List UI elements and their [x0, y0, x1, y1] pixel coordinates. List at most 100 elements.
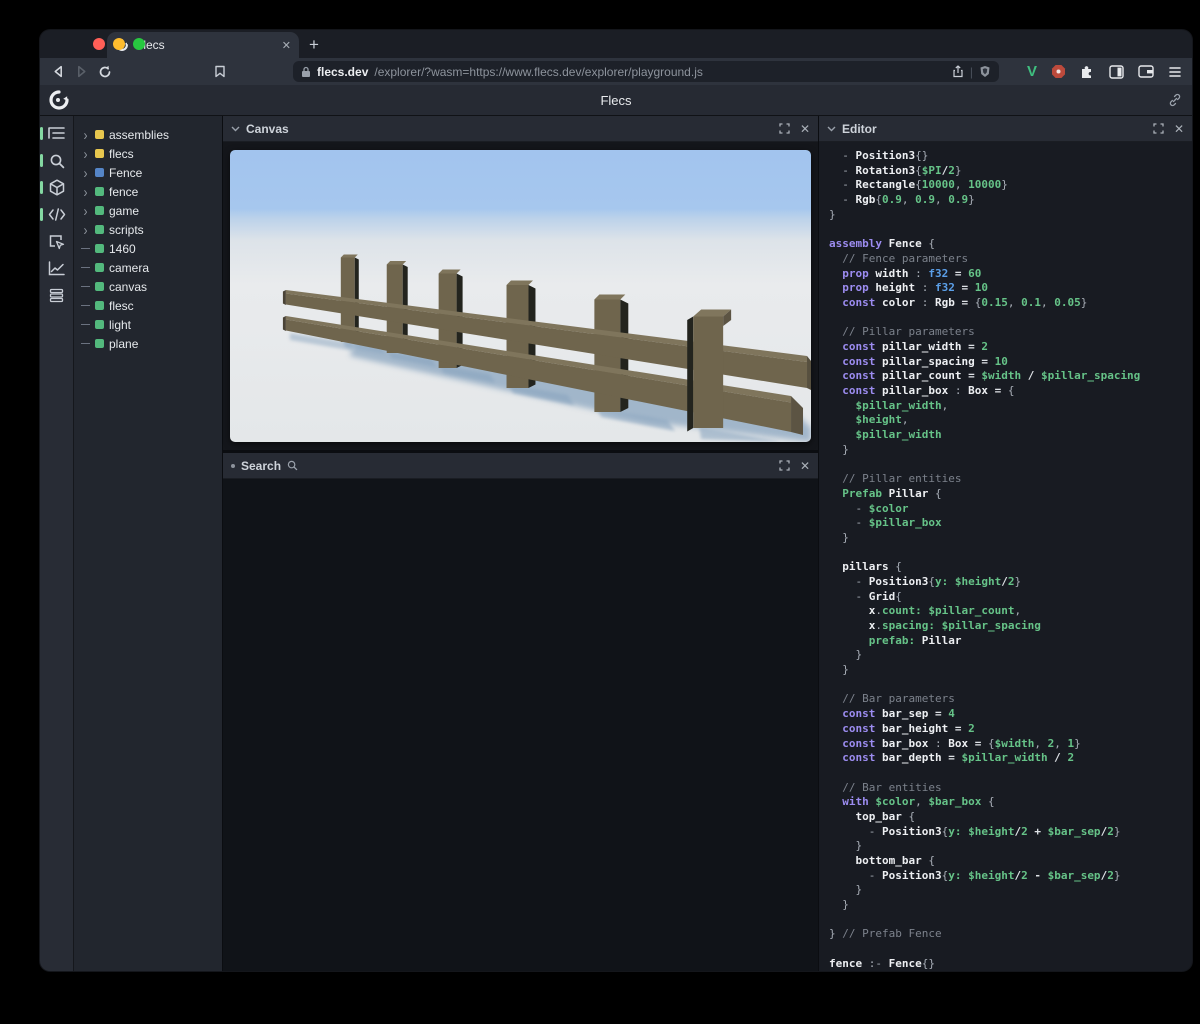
entity-kind-square — [95, 320, 104, 329]
search-glyph-icon — [287, 460, 298, 471]
lock-icon — [301, 66, 311, 78]
extension-v-icon[interactable]: V — [1027, 63, 1037, 80]
tab-title: Flecs — [136, 38, 275, 52]
tree-item-camera[interactable]: camera — [74, 258, 222, 277]
active-indicator — [40, 154, 43, 167]
wallet-icon[interactable] — [1138, 65, 1154, 78]
tree-item-1460[interactable]: 1460 — [74, 239, 222, 258]
close-window-button[interactable] — [93, 38, 105, 50]
tree-item-fence[interactable]: › fence — [74, 182, 222, 201]
inspect-icon[interactable] — [46, 233, 68, 250]
tree-item-label: canvas — [109, 280, 147, 294]
tree-item-flecs[interactable]: ›flecs — [74, 144, 222, 163]
tab-close-icon[interactable]: ✕ — [282, 39, 291, 52]
tree-item-canvas[interactable]: canvas — [74, 277, 222, 296]
fullscreen-icon[interactable] — [1153, 123, 1164, 134]
bookmark-icon[interactable] — [212, 61, 229, 83]
editor-panel-header: Editor ✕ — [819, 116, 1192, 142]
tree-item-game[interactable]: › game — [74, 201, 222, 220]
tree-item-label: assemblies — [109, 128, 169, 142]
close-panel-icon[interactable]: ✕ — [800, 459, 810, 473]
back-button[interactable] — [50, 61, 67, 83]
address-bar[interactable]: flecs.dev/explorer/?wasm=https://www.fle… — [293, 61, 999, 82]
leaf-dash-icon — [81, 286, 90, 287]
tree-item-Fence[interactable]: ›Fence — [74, 163, 222, 182]
fullscreen-icon[interactable] — [779, 123, 790, 134]
stats-chart-icon[interactable] — [46, 260, 68, 277]
tree-item-flesc[interactable]: flesc — [74, 296, 222, 315]
tree-item-label: 1460 — [109, 242, 136, 256]
editor-panel: Editor ✕ - Position3{} - Rotation3{$PI/2… — [818, 116, 1192, 971]
page-title: Flecs — [40, 93, 1192, 108]
browser-toolbar: flecs.dev/explorer/?wasm=https://www.fle… — [40, 58, 1192, 85]
page-content: ›assemblies›flecs›Fence›fence›game›scrip… — [40, 116, 1192, 971]
search-icon[interactable] — [46, 152, 68, 169]
tree-item-label: scripts — [109, 223, 144, 237]
menu-icon[interactable] — [1168, 66, 1182, 78]
forward-button[interactable] — [73, 61, 90, 83]
search-panel-body[interactable] — [223, 479, 818, 971]
cube-3d-icon[interactable] — [46, 179, 68, 196]
brave-shield-icon[interactable] — [979, 65, 991, 78]
expand-chevron-icon[interactable]: › — [81, 221, 90, 238]
extension-adblock-icon[interactable] — [1051, 64, 1066, 79]
url-host: flecs.dev — [317, 65, 368, 79]
traffic-lights — [93, 38, 145, 50]
entity-kind-square — [95, 149, 104, 158]
link-icon[interactable] — [1168, 93, 1182, 107]
tab-strip: Flecs ✕ + — [40, 30, 1192, 58]
code-icon[interactable] — [46, 206, 68, 223]
screenshot-stage: Flecs ✕ + flecs.dev/explorer/?wasm=https… — [0, 0, 1200, 1024]
new-tab-button[interactable]: + — [309, 35, 319, 55]
extension-icons: V — [1027, 63, 1182, 80]
entity-kind-square — [95, 130, 104, 139]
tree-item-label: plane — [109, 337, 138, 351]
expand-chevron-icon[interactable]: › — [81, 145, 90, 162]
tree-item-scripts[interactable]: › scripts — [74, 220, 222, 239]
expand-chevron-icon[interactable]: › — [81, 202, 90, 219]
tree-item-label: game — [109, 204, 139, 218]
minimize-window-button[interactable] — [113, 38, 125, 50]
entity-kind-square — [95, 263, 104, 272]
active-indicator — [40, 208, 43, 221]
canvas-panel-body — [223, 142, 818, 450]
icon-rail — [40, 116, 73, 971]
entity-kind-square — [95, 244, 104, 253]
entity-kind-square — [95, 225, 104, 234]
data-stack-icon[interactable] — [46, 287, 68, 304]
close-panel-icon[interactable]: ✕ — [800, 122, 810, 136]
entity-kind-square — [95, 206, 104, 215]
url-path: /explorer/?wasm=https://www.flecs.dev/ex… — [374, 65, 702, 79]
divider: | — [970, 65, 973, 79]
expand-chevron-icon[interactable]: › — [81, 164, 90, 181]
tree-item-light[interactable]: light — [74, 315, 222, 334]
fullscreen-icon[interactable] — [779, 460, 790, 471]
entity-tree: ›assemblies›flecs›Fence›fence›game›scrip… — [73, 116, 222, 971]
chevron-down-icon[interactable] — [827, 126, 836, 132]
canvas-panel-header: Canvas ✕ — [223, 116, 818, 142]
entity-kind-square — [95, 187, 104, 196]
tree-item-label: camera — [109, 261, 149, 275]
zoom-window-button[interactable] — [133, 38, 145, 50]
code-editor[interactable]: - Position3{} - Rotation3{$PI/2} - Recta… — [819, 142, 1192, 971]
reload-button[interactable] — [97, 61, 114, 83]
sidebar-icon[interactable] — [1109, 65, 1124, 79]
tree-view-icon[interactable] — [46, 125, 68, 142]
share-icon[interactable] — [952, 65, 964, 78]
extensions-puzzle-icon[interactable] — [1080, 64, 1095, 79]
expand-chevron-icon[interactable]: › — [81, 183, 90, 200]
chevron-down-icon[interactable] — [231, 126, 240, 132]
app-header: Flecs — [40, 85, 1192, 116]
expand-chevron-icon[interactable]: › — [81, 126, 90, 143]
entity-kind-square — [95, 168, 104, 177]
canvas-3d-scene[interactable] — [230, 150, 811, 442]
leaf-dash-icon — [81, 305, 90, 306]
tree-item-assemblies[interactable]: › assemblies — [74, 125, 222, 144]
tree-item-label: fence — [109, 185, 138, 199]
flecs-logo — [48, 89, 70, 111]
close-panel-icon[interactable]: ✕ — [1174, 122, 1184, 136]
tree-item-plane[interactable]: plane — [74, 334, 222, 353]
tree-item-label: light — [109, 318, 131, 332]
collapsed-indicator-icon[interactable] — [231, 464, 235, 468]
editor-panel-title: Editor — [842, 122, 877, 136]
